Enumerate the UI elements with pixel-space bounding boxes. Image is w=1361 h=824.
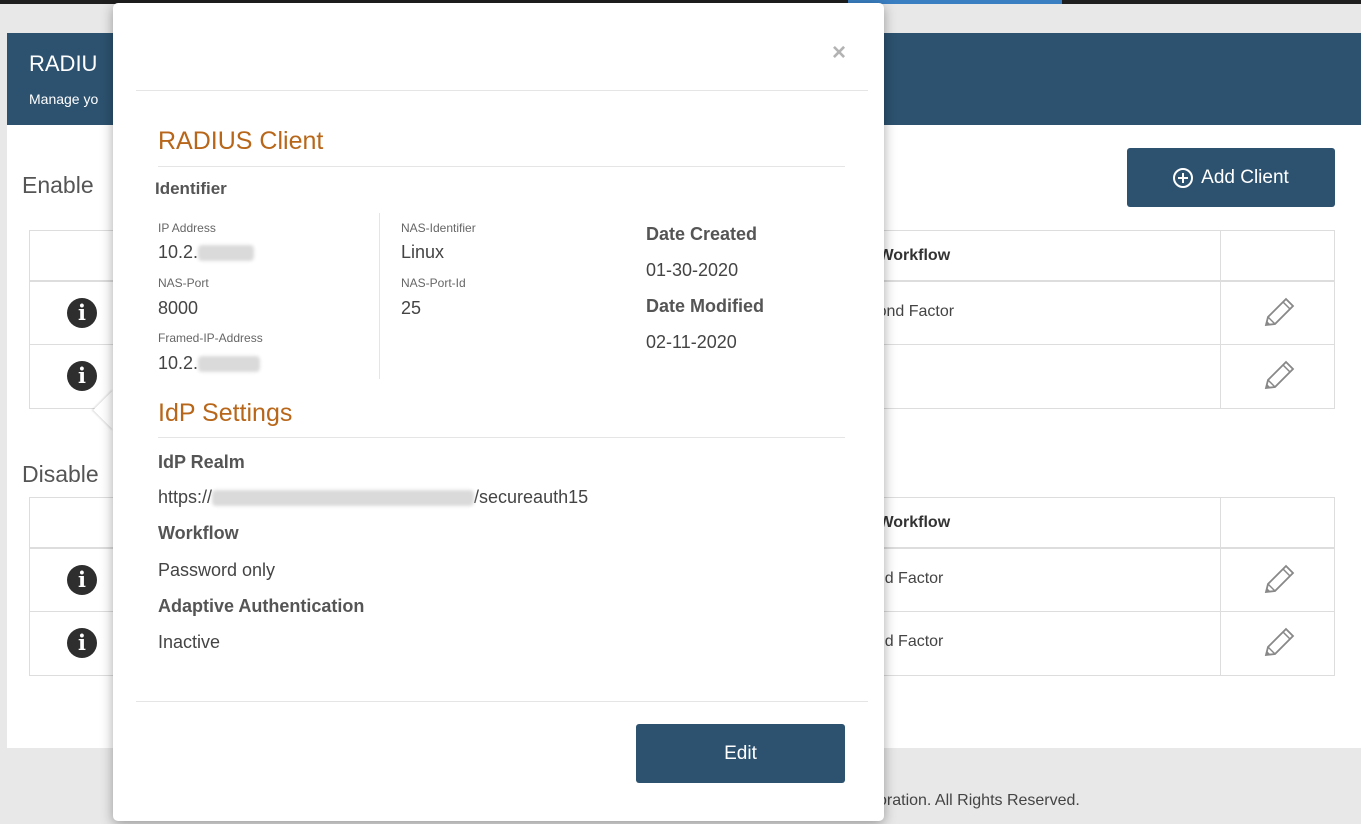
idp-realm-prefix: https:// <box>158 487 213 507</box>
idp-realm-suffix: /secureauth15 <box>474 487 589 507</box>
identifier-label: Identifier <box>155 179 227 198</box>
date-created-value: 01-30-2020 <box>646 260 739 280</box>
adaptive-auth-label: Adaptive Authentication <box>158 596 365 616</box>
nas-port-value: 8000 <box>158 298 199 318</box>
info-icon[interactable]: i <box>67 565 97 595</box>
framed-ip-value: 10.2. <box>158 353 261 374</box>
framed-ip-label: Framed-IP-Address <box>158 331 263 345</box>
modal-footer-divider <box>136 701 868 702</box>
nas-port-id-label: NAS-Port-Id <box>401 276 466 290</box>
plus-circle-icon <box>1173 167 1194 188</box>
idp-realm-value: https:// /secureauth15 <box>158 487 588 508</box>
disabled-section-title: Disable <box>22 461 99 487</box>
ip-address-text: 10.2. <box>158 242 199 262</box>
section-divider <box>158 166 845 167</box>
info-icon[interactable]: i <box>67 298 97 328</box>
section-divider <box>158 437 845 438</box>
pencil-edit-icon[interactable] <box>1258 295 1298 333</box>
edit-button[interactable]: Edit <box>636 724 845 783</box>
redacted-block <box>198 356 261 373</box>
workflow-value: Password only <box>158 560 276 580</box>
close-icon[interactable]: × <box>832 39 846 67</box>
add-client-label: Add Client <box>1201 166 1289 188</box>
pencil-edit-icon[interactable] <box>1258 562 1298 600</box>
footer-copyright: oration. All Rights Reserved. <box>878 792 1080 809</box>
nas-port-label: NAS-Port <box>158 276 209 290</box>
radius-client-title: RADIUS Client <box>158 127 324 155</box>
idp-settings-title: IdP Settings <box>158 399 293 427</box>
pencil-edit-icon[interactable] <box>1258 358 1298 396</box>
idp-realm-label: IdP Realm <box>158 452 245 472</box>
redacted-block <box>212 490 475 507</box>
info-icon[interactable]: i <box>67 361 97 391</box>
date-created-label: Date Created <box>646 224 758 244</box>
radius-client-modal: × RADIUS Client Identifier IP Address 10… <box>113 3 884 821</box>
nas-port-id-value: 25 <box>401 298 422 318</box>
nas-identifier-value: Linux <box>401 242 445 262</box>
date-modified-value: 02-11-2020 <box>646 332 737 352</box>
redacted-block <box>198 245 255 262</box>
column-divider <box>379 213 380 379</box>
info-icon[interactable]: i <box>67 628 97 658</box>
framed-ip-text: 10.2. <box>158 353 199 373</box>
date-modified-label: Date Modified <box>646 296 765 316</box>
ip-address-label: IP Address <box>158 221 216 235</box>
enabled-section-title: Enable <box>22 172 94 198</box>
modal-header-divider <box>136 90 868 91</box>
workflow-label: Workflow <box>158 523 239 543</box>
pencil-edit-icon[interactable] <box>1258 625 1298 663</box>
page-subtitle: Manage yo <box>29 91 99 107</box>
add-client-button[interactable]: Add Client <box>1127 148 1335 207</box>
page-title: RADIU <box>29 51 98 76</box>
adaptive-auth-value: Inactive <box>158 632 221 652</box>
nas-identifier-label: NAS-Identifier <box>401 221 476 235</box>
ip-address-value: 10.2. <box>158 242 255 263</box>
